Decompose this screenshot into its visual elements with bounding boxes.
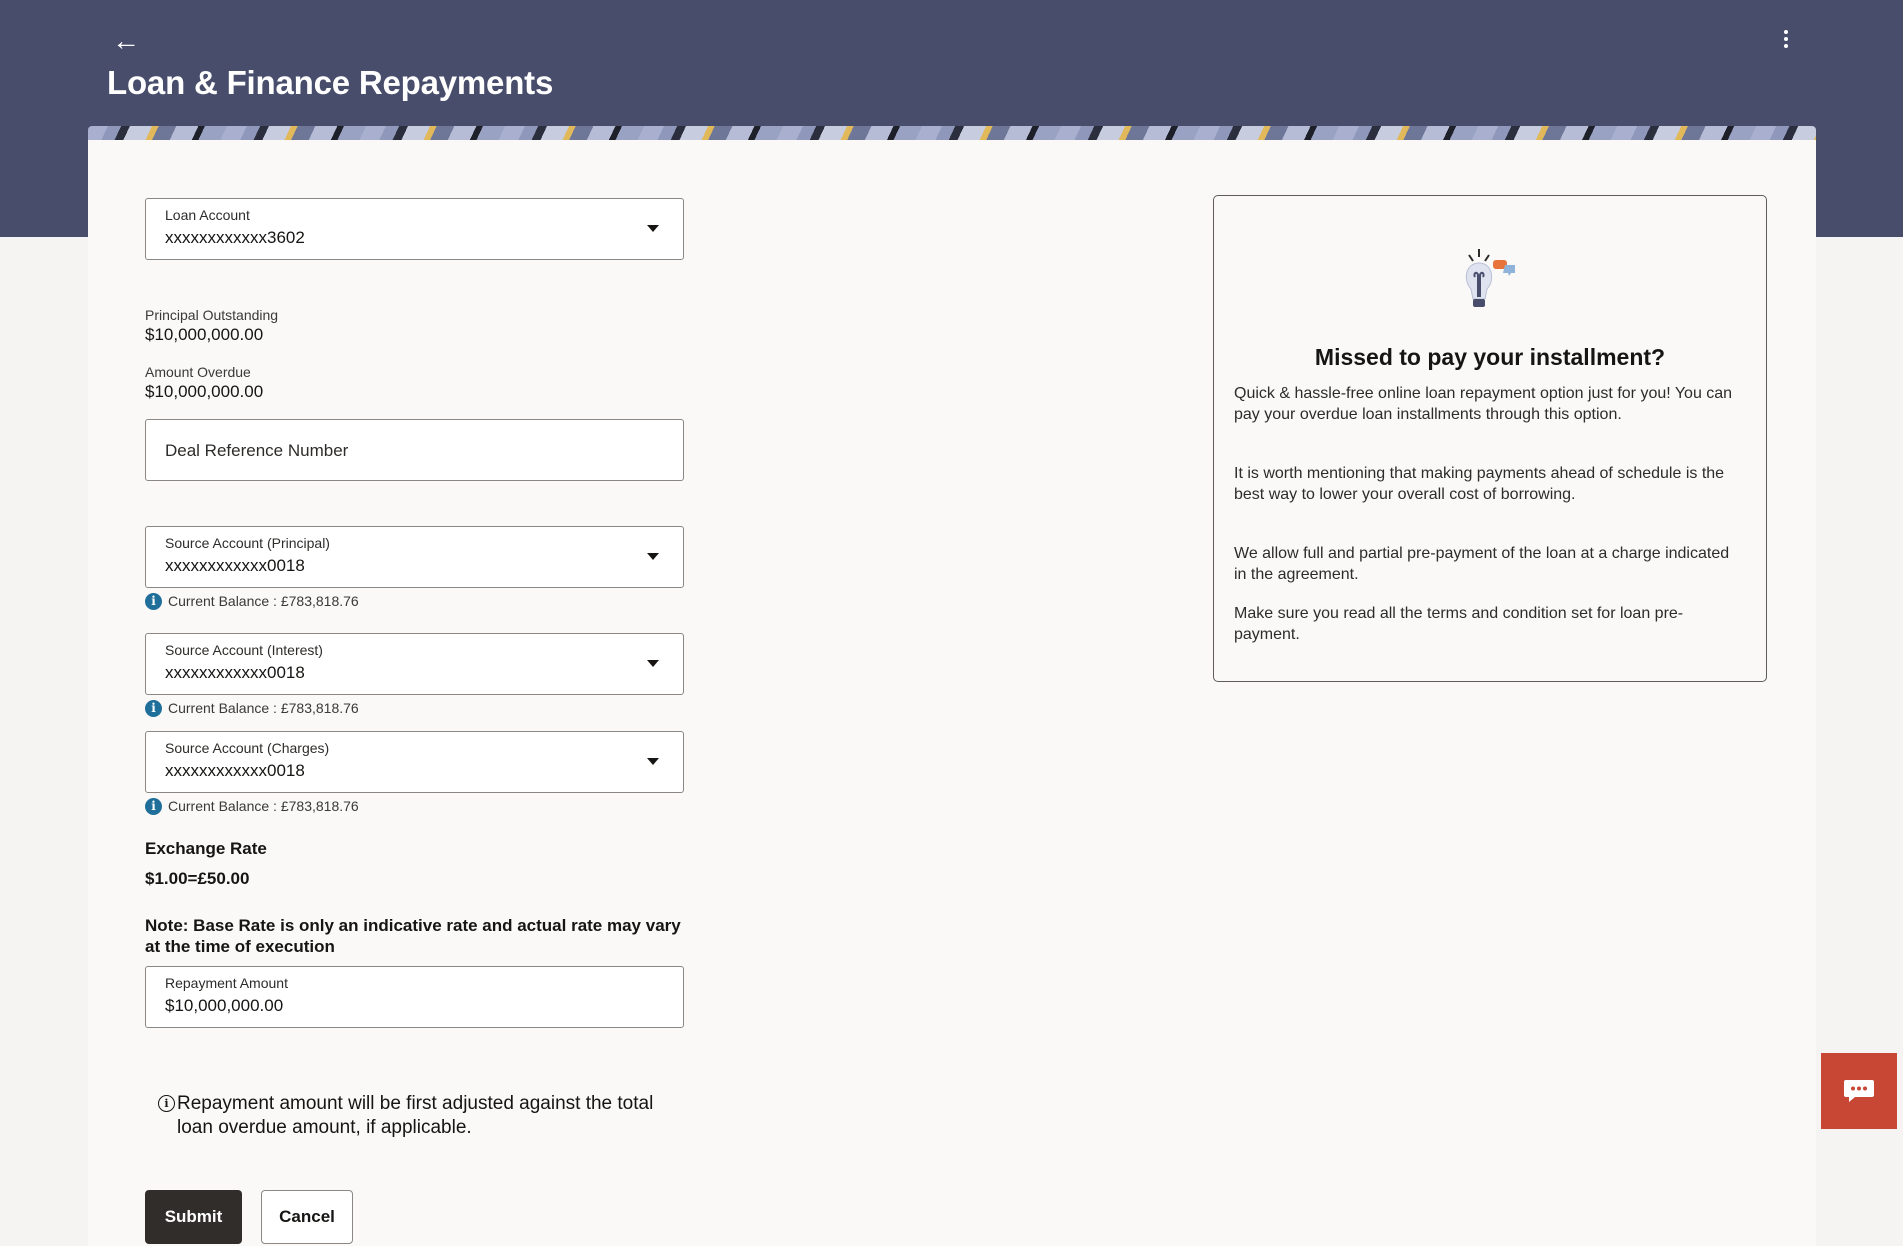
principal-outstanding-value: $10,000,000.00 — [145, 325, 264, 344]
source-account-charges-select[interactable]: Source Account (Charges) xxxxxxxxxxxx001… — [145, 731, 684, 793]
promo-paragraph: We allow full and partial pre-payment of… — [1234, 545, 1730, 583]
charges-balance-hint: i Current Balance : £783,818.76 — [145, 797, 359, 815]
loan-account-label: Loan Account — [165, 207, 250, 223]
source-interest-value: xxxxxxxxxxxx0018 — [165, 663, 305, 682]
page-title: Loan & Finance Repayments — [107, 64, 554, 101]
more-options-icon[interactable] — [1776, 26, 1796, 52]
lightbulb-icon — [1465, 249, 1515, 307]
promo-paragraph: Quick & hassle-free online loan repaymen… — [1234, 385, 1733, 423]
info-icon: i — [145, 592, 162, 610]
principal-outstanding-label: Principal Outstanding — [145, 307, 279, 323]
promo-title: Missed to pay your installment? — [1314, 344, 1666, 370]
promo-paragraph: It is worth mentioning that making payme… — [1234, 465, 1725, 503]
loan-account-value: xxxxxxxxxxxx3602 — [165, 228, 305, 247]
exchange-rate-value: $1.00=£50.00 — [145, 869, 250, 888]
source-principal-value: xxxxxxxxxxxx0018 — [165, 556, 305, 575]
promo-paragraph: Make sure you read all the terms and con… — [1234, 605, 1684, 643]
cancel-button[interactable]: Cancel — [261, 1190, 353, 1244]
repayment-amount-input[interactable]: Repayment Amount $10,000,000.00 — [145, 966, 684, 1028]
base-rate-note: Note: Base Rate is only an indicative ra… — [145, 916, 681, 956]
chevron-down-icon — [647, 660, 659, 667]
chevron-down-icon — [647, 758, 659, 765]
chevron-down-icon — [647, 553, 659, 560]
info-outline-icon: i — [158, 1095, 175, 1112]
source-account-principal-select[interactable]: Source Account (Principal) xxxxxxxxxxxx0… — [145, 526, 684, 588]
source-principal-label: Source Account (Principal) — [165, 535, 330, 551]
exchange-rate-label: Exchange Rate — [145, 839, 267, 858]
principal-balance-hint: i Current Balance : £783,818.76 — [145, 592, 359, 610]
amount-overdue-label: Amount Overdue — [145, 364, 251, 380]
amount-overdue-value: $10,000,000.00 — [145, 382, 264, 401]
repayment-amount-label: Repayment Amount — [165, 975, 288, 991]
charges-balance-text: Current Balance : £783,818.76 — [168, 798, 359, 814]
installment-info-panel: Missed to pay your installment? Quick & … — [1213, 195, 1767, 682]
principal-balance-text: Current Balance : £783,818.76 — [168, 593, 359, 609]
loan-account-select[interactable]: Loan Account xxxxxxxxxxxx3602 — [145, 198, 684, 260]
source-charges-label: Source Account (Charges) — [165, 740, 330, 756]
info-icon: i — [145, 699, 162, 717]
info-icon: i — [145, 797, 162, 815]
interest-balance-hint: i Current Balance : £783,818.76 — [145, 699, 359, 717]
source-interest-label: Source Account (Interest) — [165, 642, 323, 658]
chat-icon — [1844, 1080, 1874, 1102]
deal-reference-placeholder: Deal Reference Number — [165, 441, 349, 460]
decorative-banner — [88, 126, 1816, 140]
source-charges-value: xxxxxxxxxxxx0018 — [165, 761, 305, 780]
repayment-amount-value: $10,000,000.00 — [165, 996, 284, 1015]
source-account-interest-select[interactable]: Source Account (Interest) xxxxxxxxxxxx00… — [145, 633, 684, 695]
chevron-down-icon — [647, 225, 659, 232]
deal-reference-input[interactable]: Deal Reference Number — [145, 419, 684, 481]
submit-button[interactable]: Submit — [145, 1190, 242, 1244]
back-arrow-icon[interactable]: ← — [112, 26, 146, 56]
repayment-adjust-text: Repayment amount will be first adjusted … — [177, 1093, 654, 1138]
chat-button[interactable] — [1821, 1053, 1897, 1129]
interest-balance-text: Current Balance : £783,818.76 — [168, 700, 359, 716]
repayment-adjust-note: i Repayment amount will be first adjuste… — [158, 1092, 658, 1140]
